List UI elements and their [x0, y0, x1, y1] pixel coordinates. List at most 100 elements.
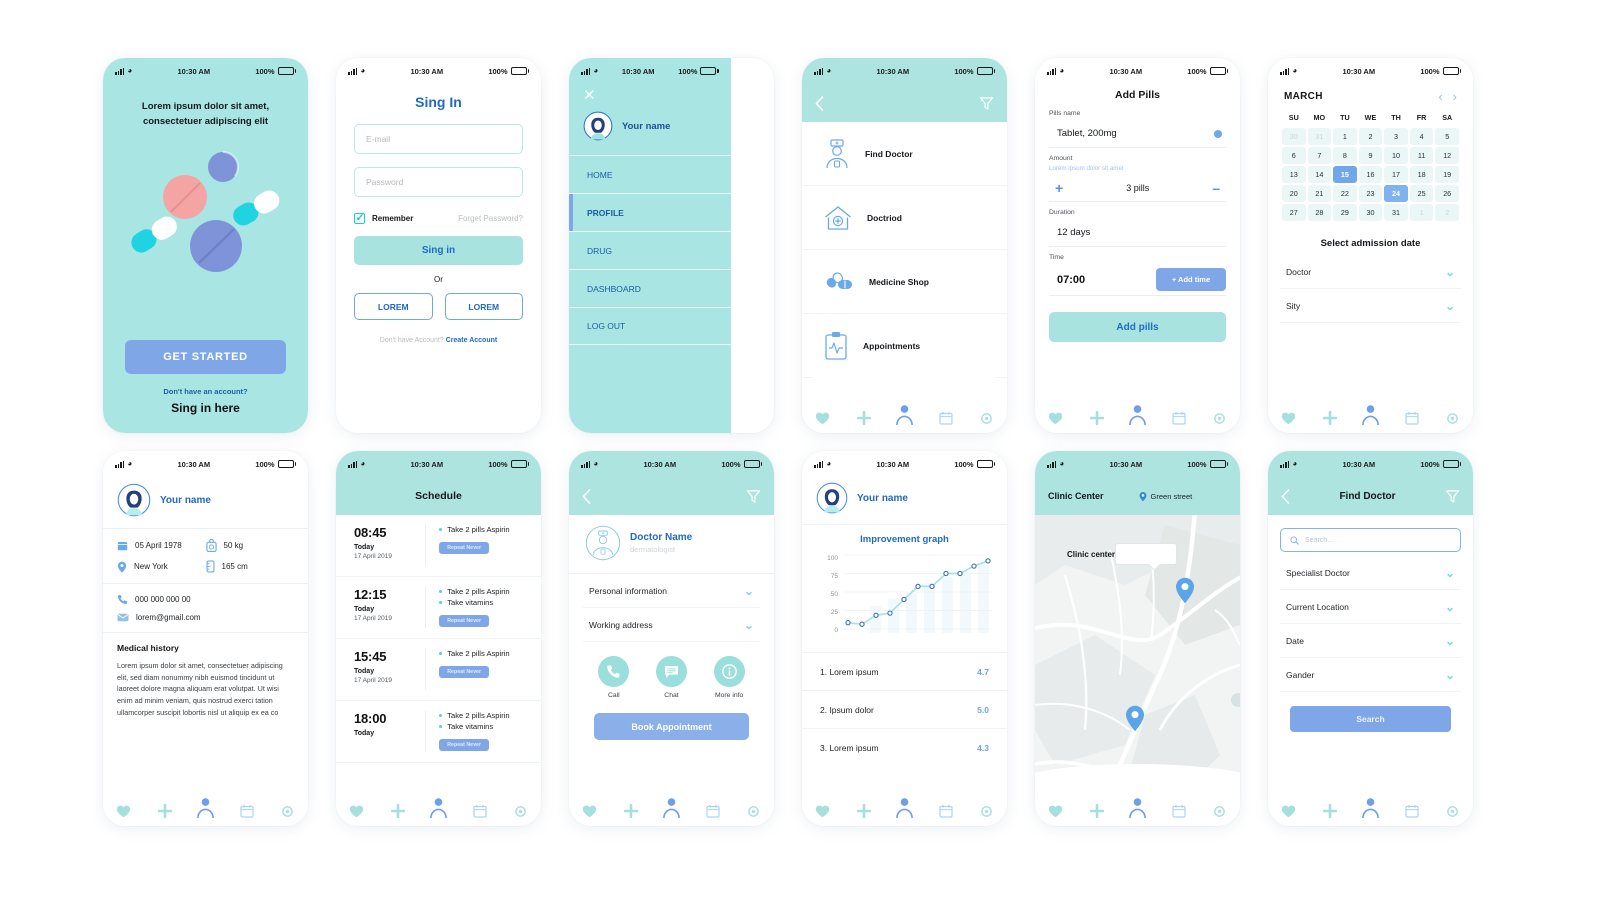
calendar-day[interactable]: 27	[1282, 204, 1306, 221]
category-medicine-shop[interactable]: Medicine Shop	[802, 250, 1007, 314]
plus-icon[interactable]	[1320, 403, 1340, 425]
add-pills-button[interactable]: Add pills	[1049, 312, 1226, 342]
heart-icon[interactable]	[1046, 796, 1066, 818]
plus-icon[interactable]	[155, 796, 175, 818]
ranking-row[interactable]: 2. Ipsum dolor 5.0	[802, 690, 1007, 728]
person-icon[interactable]	[895, 403, 915, 425]
pills-name-field[interactable]: Tablet, 200mg	[1049, 120, 1226, 148]
schedule-event[interactable]: 12:15 Today 17 April 2019 Take 2 pills A…	[336, 577, 541, 639]
gear-icon[interactable]	[977, 796, 997, 818]
calendar-day[interactable]: 1	[1333, 128, 1357, 145]
menu-item-profile[interactable]: PROFILE	[569, 193, 731, 231]
get-started-button[interactable]: GET STARTED	[125, 340, 286, 374]
callout-bubble[interactable]	[1115, 543, 1178, 565]
increment-button[interactable]: +	[1055, 181, 1063, 195]
calendar-day[interactable]: 28	[1307, 204, 1332, 221]
calendar-day[interactable]: 20	[1282, 185, 1306, 202]
password-field[interactable]: Password	[354, 167, 523, 197]
chevron-right-icon[interactable]: ›	[1453, 90, 1457, 103]
menu-item-logout[interactable]: LOG OUT	[569, 307, 731, 345]
repeat-badge[interactable]: Repeat Never	[439, 666, 490, 678]
gear-icon[interactable]	[1443, 796, 1463, 818]
social-button-2[interactable]: LOREM	[444, 293, 523, 320]
calendar-day-selected[interactable]: 24	[1384, 185, 1408, 202]
person-icon[interactable]	[895, 796, 915, 818]
calendar-icon[interactable]	[936, 403, 956, 425]
section-personal-information[interactable]: Personal information ⌄	[583, 574, 760, 608]
map-pin-primary[interactable]	[1175, 577, 1195, 609]
person-icon[interactable]	[1128, 796, 1148, 818]
calendar-day[interactable]: 3	[1384, 128, 1408, 145]
category-find-doctor[interactable]: Find Doctor	[802, 122, 1007, 186]
gear-icon[interactable]	[744, 796, 764, 818]
calendar-day[interactable]: 21	[1307, 185, 1332, 202]
calendar-day[interactable]: 26	[1435, 185, 1459, 202]
calendar-day[interactable]: 29	[1333, 204, 1357, 221]
filter-icon[interactable]	[746, 489, 761, 504]
heart-icon[interactable]	[114, 796, 134, 818]
calendar-day[interactable]: 8	[1333, 147, 1357, 164]
call-button[interactable]	[598, 656, 630, 687]
gear-icon[interactable]	[977, 403, 997, 425]
schedule-event[interactable]: 18:00 Today Take 2 pills Aspirin Take vi…	[336, 701, 541, 763]
street-label-row[interactable]: Green street	[1139, 491, 1192, 502]
schedule-event[interactable]: 08:45 Today 17 April 2019 Take 2 pills A…	[336, 515, 541, 577]
calendar-day[interactable]: 4	[1409, 128, 1434, 145]
signin-button[interactable]: Sing in	[354, 236, 523, 265]
menu-item-dashboard[interactable]: DASHBOARD	[569, 269, 731, 307]
heart-icon[interactable]	[347, 796, 367, 818]
gear-icon[interactable]	[1210, 403, 1230, 425]
menu-item-home[interactable]: HOME	[569, 155, 731, 193]
calendar-day[interactable]: 1	[1409, 204, 1434, 221]
search-input[interactable]: Search...	[1280, 528, 1461, 552]
calendar-day[interactable]: 14	[1307, 166, 1332, 183]
chat-button[interactable]	[655, 656, 687, 687]
calendar-day[interactable]: 31	[1307, 128, 1332, 145]
heart-icon[interactable]	[580, 796, 600, 818]
gear-icon[interactable]	[278, 796, 298, 818]
category-appointments[interactable]: Appointments	[802, 314, 1007, 378]
calendar-day[interactable]: 10	[1384, 147, 1408, 164]
person-icon[interactable]	[1361, 403, 1381, 425]
calendar-icon[interactable]	[703, 796, 723, 818]
calendar-icon[interactable]	[237, 796, 257, 818]
plus-icon[interactable]	[1087, 796, 1107, 818]
action-more-info[interactable]: More info	[713, 656, 745, 699]
person-icon[interactable]	[1128, 403, 1148, 425]
create-account-link[interactable]: Create Account	[446, 337, 497, 344]
social-button-1[interactable]: LOREM	[354, 293, 433, 320]
calendar-day[interactable]: 17	[1384, 166, 1408, 183]
plus-icon[interactable]	[621, 796, 641, 818]
forgot-password-link[interactable]: Forget Password?	[458, 214, 523, 223]
calendar-day[interactable]: 30	[1358, 204, 1383, 221]
calendar-day[interactable]: 16	[1358, 166, 1383, 183]
heart-icon[interactable]	[1046, 403, 1066, 425]
plus-icon[interactable]	[388, 796, 408, 818]
plus-icon[interactable]	[854, 796, 874, 818]
filter-current-location[interactable]: Current Location ⌄	[1280, 590, 1461, 624]
filter-date[interactable]: Date ⌄	[1280, 624, 1461, 658]
chevron-left-icon[interactable]	[582, 488, 591, 504]
calendar-icon[interactable]	[1402, 403, 1422, 425]
person-icon[interactable]	[196, 796, 216, 818]
heart-icon[interactable]	[1279, 796, 1299, 818]
calendar-day[interactable]: 5	[1435, 128, 1459, 145]
calendar-day[interactable]: 23	[1358, 185, 1383, 202]
person-icon[interactable]	[662, 796, 682, 818]
remember-checkbox[interactable]	[354, 211, 365, 224]
chevron-left-icon[interactable]: ‹	[1438, 90, 1442, 103]
plus-icon[interactable]	[1087, 403, 1107, 425]
filter-gender[interactable]: Gander ⌄	[1280, 658, 1461, 692]
gear-icon[interactable]	[511, 796, 531, 818]
ranking-row[interactable]: 1. Lorem ipsum 4.7	[802, 652, 1007, 690]
schedule-event[interactable]: 15:45 Today 17 April 2019 Take 2 pills A…	[336, 639, 541, 701]
color-dot-icon[interactable]	[1214, 129, 1222, 138]
decrement-button[interactable]: –	[1212, 181, 1220, 195]
dropdown-city[interactable]: Sity ⌄	[1280, 289, 1461, 323]
calendar-day[interactable]: 7	[1307, 147, 1332, 164]
calendar-day[interactable]: 19	[1435, 166, 1459, 183]
chevron-left-icon[interactable]	[815, 95, 824, 111]
calendar-day[interactable]: 13	[1282, 166, 1306, 183]
heart-icon[interactable]	[1279, 403, 1299, 425]
filter-icon[interactable]	[979, 96, 994, 111]
